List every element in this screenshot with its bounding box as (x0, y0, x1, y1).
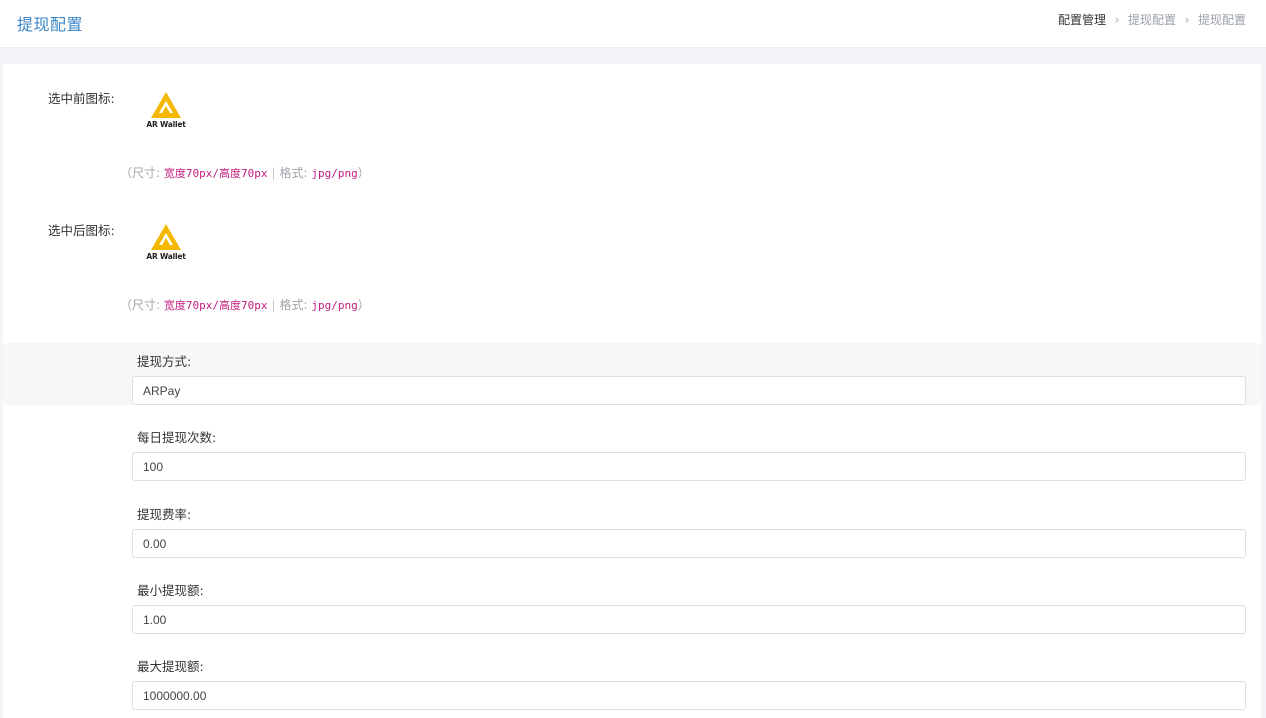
withdraw-method-label: 提现方式: (137, 354, 192, 369)
unselected-icon-hint: （尺寸: 宽度70px/高度70px | 格式: jpg/png） (120, 166, 370, 180)
daily-withdraw-count-label: 每日提现次数: (137, 430, 217, 445)
max-withdraw-amount-input[interactable] (132, 681, 1246, 710)
page-header: 提现配置 配置管理 › 提现配置 › 提现配置 (0, 0, 1266, 48)
ar-wallet-logo-icon (151, 92, 181, 118)
breadcrumb-item-config-management[interactable]: 配置管理 (1058, 11, 1106, 28)
breadcrumb-item-withdraw-config[interactable]: 提现配置 (1128, 11, 1176, 28)
unselected-icon-upload[interactable]: AR Wallet (144, 92, 188, 136)
selected-icon-upload[interactable]: AR Wallet (144, 224, 188, 268)
breadcrumb-item-current: 提现配置 (1197, 13, 1246, 27)
unselected-icon-label: 选中前图标: (48, 91, 115, 106)
daily-withdraw-count-input[interactable] (132, 452, 1246, 481)
page-title: 提现配置 (17, 15, 84, 34)
withdraw-fee-rate-input[interactable] (132, 529, 1246, 558)
min-withdraw-amount-input[interactable] (132, 605, 1246, 634)
chevron-right-icon: › (1184, 12, 1190, 27)
min-withdraw-amount-label: 最小提现额: (137, 583, 204, 598)
logo-text: AR Wallet (146, 120, 186, 129)
max-withdraw-amount-label: 最大提现额: (137, 659, 204, 674)
withdraw-fee-rate-label: 提现费率: (137, 507, 192, 522)
selected-icon-label: 选中后图标: (48, 223, 115, 238)
config-form-card: 选中前图标: AR Wallet （尺寸: 宽度70px/高度70px | 格式: … (3, 64, 1261, 718)
logo-text: AR Wallet (146, 252, 186, 261)
selected-icon-hint: （尺寸: 宽度70px/高度70px | 格式: jpg/png） (120, 298, 370, 312)
ar-wallet-logo-icon (151, 224, 181, 250)
withdraw-method-input[interactable] (132, 376, 1246, 405)
chevron-right-icon: › (1114, 12, 1120, 27)
breadcrumb: 配置管理 › 提现配置 › 提现配置 (1058, 11, 1246, 28)
